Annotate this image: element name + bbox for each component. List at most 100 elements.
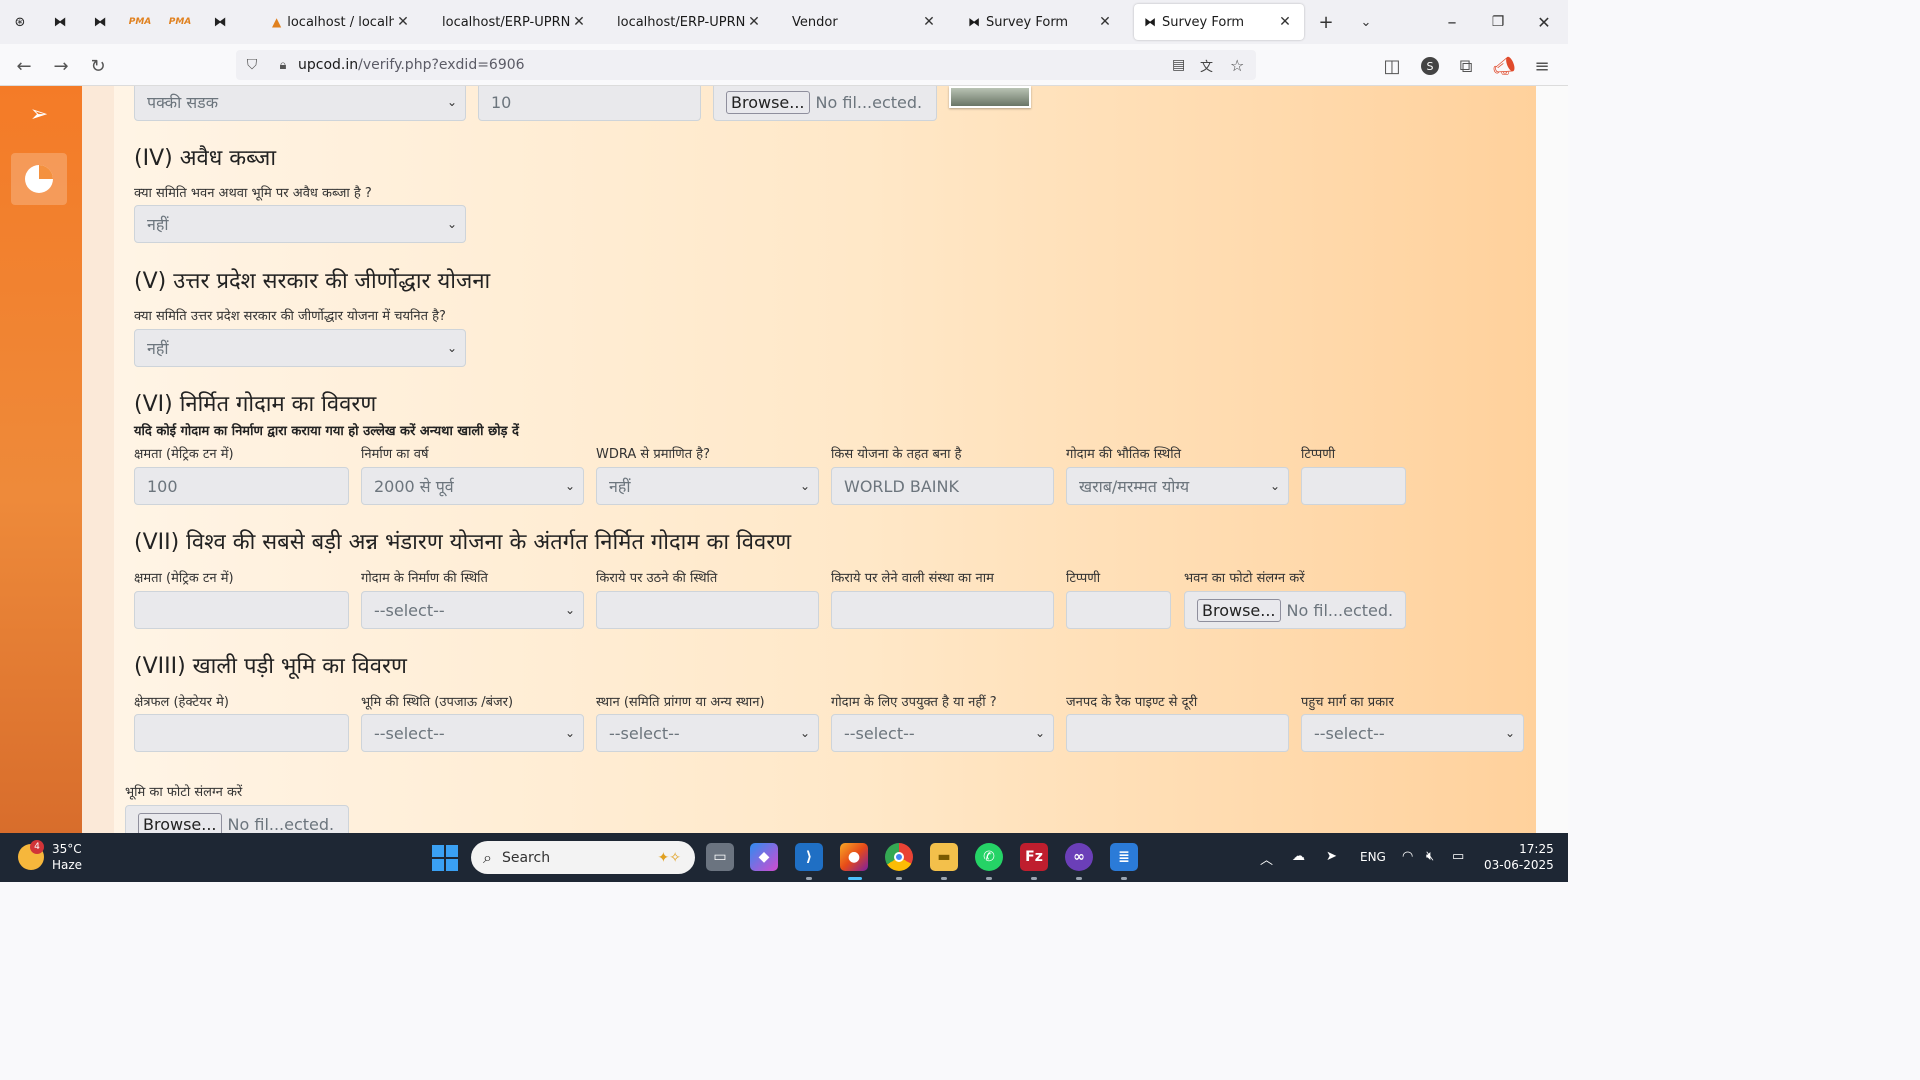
notepad-icon[interactable]: ≣ — [1110, 843, 1138, 871]
vii-rent-status-label: किराये पर उठने की स्थिति — [596, 571, 718, 586]
extensions-icon[interactable]: ⧉ — [1452, 52, 1480, 80]
close-icon[interactable]: ✕ — [1096, 14, 1114, 30]
lock-icon[interactable]: 🔒︎ — [268, 58, 298, 73]
windows-start-icon[interactable] — [432, 845, 458, 871]
close-icon[interactable]: ✕ — [920, 14, 938, 30]
window-close-button[interactable]: ✕ — [1530, 0, 1558, 44]
tab-erp-cr[interactable]: localhost/ERP-UPRNSS/cr ✕ — [607, 4, 773, 40]
url-bar[interactable]: ⛉ 🔒︎ upcod.in/verify.php?exdid=6906 ▤ 文 … — [236, 50, 1256, 80]
task-view-icon[interactable]: ▭ — [706, 843, 734, 871]
road-photo-file-input[interactable]: Browse... No fil...ected. — [713, 86, 937, 121]
vii-remark-input[interactable] — [1066, 591, 1171, 629]
file-explorer-icon[interactable]: ▬ — [930, 843, 958, 871]
tab-vendor[interactable]: Vendor ✕ — [782, 4, 948, 40]
pie-chart-icon[interactable] — [11, 153, 67, 205]
vii-tenant-name-input[interactable] — [831, 591, 1054, 629]
mask-icon[interactable]: ⧓ — [80, 0, 120, 44]
viii-photo-file-input[interactable]: Browse... No fil...ected. — [125, 805, 349, 833]
chevron-up-icon[interactable]: ︿ — [1260, 849, 1273, 868]
viii-suitability-select[interactable]: --select-- ⌄ — [831, 714, 1054, 752]
restore-button[interactable]: ❐ — [1484, 0, 1512, 44]
wdra-select[interactable]: नहीं ⌄ — [596, 467, 819, 505]
network-off-icon[interactable]: ☁︎ — [1292, 849, 1305, 864]
scheme-input[interactable]: WORLD BAINK — [831, 467, 1054, 505]
close-icon[interactable]: ✕ — [394, 14, 412, 30]
vii-construction-status-select[interactable]: --select-- ⌄ — [361, 591, 584, 629]
menu-hamburger-icon[interactable]: ≡ — [1528, 52, 1556, 80]
location-arrow-icon[interactable]: ➤ — [1326, 849, 1337, 864]
physical-condition-select[interactable]: खराब/मरम्मत योग्य ⌄ — [1066, 467, 1289, 505]
new-tab-button[interactable]: + — [1312, 0, 1340, 44]
tab-erp-vendor[interactable]: localhost/ERP-UPRNSS/ve ✕ — [432, 4, 598, 40]
windows-taskbar: 4 35°C Haze ⌕ Search ✦✧ ▭ ◆ ⟩ ● ▬ ✆ Fz ∞… — [0, 833, 1568, 882]
renovation-scheme-select[interactable]: नहीं ⌄ — [134, 329, 466, 367]
capacity-input[interactable]: 100 — [134, 467, 349, 505]
weather-widget[interactable]: 4 35°C Haze — [18, 840, 82, 873]
vii-capacity-input[interactable] — [134, 591, 349, 629]
back-arrow-icon[interactable]: ← — [10, 52, 38, 80]
copilot-icon[interactable]: ◆ — [750, 843, 778, 871]
viii-rack-point-distance-input[interactable] — [1066, 714, 1289, 752]
running-indicator — [941, 877, 947, 880]
browser-tab-bar: ⊛ ⧓ ⧓ PMA PMA ⧓ ▲ localhost / localhost … — [0, 0, 1568, 44]
close-icon[interactable]: ✕ — [745, 14, 763, 30]
bookmark-star-icon[interactable]: ☆ — [1230, 56, 1244, 75]
speaker-muted-icon[interactable]: 🔇︎ — [1426, 849, 1434, 864]
filezilla-icon[interactable]: Fz — [1020, 843, 1048, 871]
tab-survey-form[interactable]: ⧓ Survey Form ✕ — [958, 4, 1124, 40]
pma-icon[interactable]: PMA — [120, 0, 160, 44]
viii-location-select[interactable]: --select-- ⌄ — [596, 714, 819, 752]
tab-survey-form-active[interactable]: ⧓ Survey Form ✕ — [1134, 4, 1304, 40]
viii-access-road-select[interactable]: --select-- ⌄ — [1301, 714, 1524, 752]
construction-year-select[interactable]: 2000 से पूर्व ⌄ — [361, 467, 584, 505]
firefox-icon[interactable]: ● — [840, 843, 868, 871]
vii-remark-label: टिप्पणी — [1066, 571, 1101, 586]
chrome-icon[interactable] — [885, 843, 913, 871]
viii-land-status-select[interactable]: --select-- ⌄ — [361, 714, 584, 752]
pocket-icon[interactable]: ◫ — [1378, 52, 1406, 80]
browse-button[interactable]: Browse... — [138, 812, 222, 833]
tab-localhost-phpmyadmin[interactable]: ▲ localhost / localhost / ✕ — [262, 4, 422, 40]
distance-input[interactable]: 10 — [478, 86, 701, 121]
send-icon[interactable]: ➢ — [11, 88, 67, 140]
section-v-title: (V) उत्तर प्रदेश सरकार की जीर्णोद्धार यो… — [134, 269, 491, 294]
incognito-app-icon[interactable]: ∞ — [1065, 843, 1093, 871]
tab-list-chevron-icon[interactable]: ⌄ — [1352, 0, 1380, 44]
minimize-button[interactable]: – — [1438, 0, 1466, 44]
running-indicator — [1121, 877, 1127, 880]
mask-icon[interactable]: ⧓ — [200, 0, 240, 44]
running-indicator — [986, 877, 992, 880]
road-type-select[interactable]: पक्की सडक ⌄ — [134, 86, 466, 121]
taskbar-search[interactable]: ⌕ Search ✦✧ — [471, 841, 695, 874]
url-host: upcod.in — [298, 57, 359, 73]
mask-icon[interactable]: ⧓ — [40, 0, 80, 44]
browse-button[interactable]: Browse... — [726, 90, 810, 114]
vii-rent-status-input[interactable] — [596, 591, 819, 629]
pma-icon[interactable]: PMA — [160, 0, 200, 44]
wifi-icon[interactable]: ◠ — [1402, 849, 1413, 864]
illegal-occupation-select[interactable]: नहीं ⌄ — [134, 205, 466, 243]
account-avatar-icon[interactable]: S — [1416, 52, 1444, 80]
megaphone-icon[interactable]: 📣︎ — [1490, 52, 1518, 80]
pma-icon: ▲ — [272, 15, 282, 29]
language-indicator[interactable]: ENG — [1360, 850, 1386, 864]
reload-icon[interactable]: ↻ — [84, 52, 112, 80]
browse-button[interactable]: Browse... — [1197, 598, 1281, 622]
remark-input[interactable] — [1301, 467, 1406, 505]
close-icon[interactable]: ✕ — [570, 14, 588, 30]
translate-icon[interactable]: 文 — [1200, 56, 1213, 75]
chatgpt-icon[interactable]: ⊛ — [0, 0, 40, 44]
forward-arrow-icon[interactable]: → — [47, 52, 75, 80]
section-vi-title: (VI) निर्मित गोदाम का विवरण — [134, 392, 377, 417]
whatsapp-icon[interactable]: ✆ — [975, 843, 1003, 871]
vii-photo-file-input[interactable]: Browse... No fil...ected. — [1184, 591, 1406, 629]
viii-area-input[interactable] — [134, 714, 349, 752]
system-clock[interactable]: 17:25 03-06-2025 — [1484, 841, 1554, 873]
vscode-icon[interactable]: ⟩ — [795, 843, 823, 871]
sidebar: ➢ — [0, 86, 82, 833]
reader-view-icon[interactable]: ▤ — [1172, 57, 1185, 73]
close-icon[interactable]: ✕ — [1276, 14, 1294, 30]
shield-icon[interactable]: ⛉ — [236, 57, 268, 73]
battery-icon[interactable]: ▭ — [1452, 849, 1464, 864]
vii-tenant-name-label: किराये पर लेने वाली संस्था का नाम — [831, 571, 994, 586]
